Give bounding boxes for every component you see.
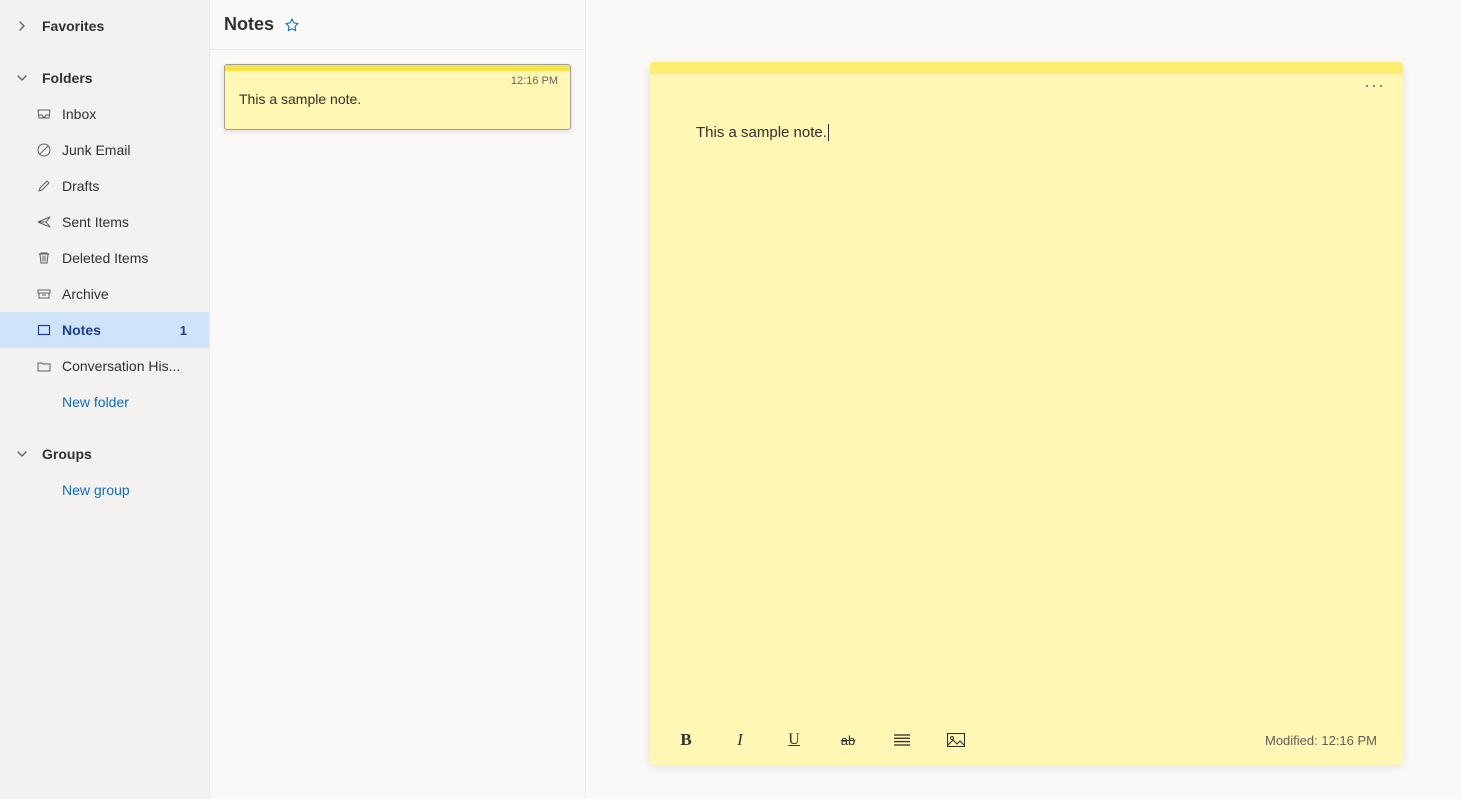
- send-icon: [36, 214, 52, 230]
- folder-item-notes[interactable]: Notes 1: [0, 312, 209, 348]
- note-icon: [36, 322, 52, 338]
- bullet-list-button[interactable]: [892, 730, 912, 750]
- folder-item-deleted[interactable]: Deleted Items: [0, 240, 209, 276]
- note-time: 12:16 PM: [511, 75, 558, 87]
- page-title: Notes: [224, 14, 274, 35]
- folder-item-label: Archive: [62, 286, 195, 302]
- folder-item-conversation-history[interactable]: Conversation His...: [0, 348, 209, 384]
- groups-section-header[interactable]: Groups: [0, 436, 209, 472]
- note-body-text: This a sample note.: [696, 124, 827, 141]
- archive-icon: [36, 286, 52, 302]
- chevron-right-icon: [14, 18, 30, 34]
- favorites-label: Favorites: [42, 18, 104, 34]
- folders-label: Folders: [42, 70, 93, 86]
- folder-item-label: Conversation His...: [62, 358, 195, 374]
- pencil-icon: [36, 178, 52, 194]
- folder-item-sent[interactable]: Sent Items: [0, 204, 209, 240]
- favorites-section-header[interactable]: Favorites: [0, 8, 209, 44]
- more-icon[interactable]: [1359, 78, 1389, 94]
- star-icon[interactable]: [284, 17, 300, 33]
- image-button[interactable]: [946, 730, 966, 750]
- groups-label: Groups: [42, 446, 92, 462]
- folder-item-drafts[interactable]: Drafts: [0, 168, 209, 204]
- chevron-down-icon: [14, 446, 30, 462]
- folders-section-header[interactable]: Folders: [0, 60, 209, 96]
- new-group-link[interactable]: New group: [0, 472, 209, 508]
- italic-button[interactable]: I: [730, 730, 750, 750]
- folder-item-label: Deleted Items: [62, 250, 195, 266]
- sticky-note-header: [650, 62, 1403, 110]
- note-body[interactable]: This a sample note.: [650, 110, 1403, 715]
- block-icon: [36, 142, 52, 158]
- note-editor-pane: This a sample note. B I U ab Modified: 1…: [586, 0, 1461, 799]
- trash-icon: [36, 250, 52, 266]
- note-list-item[interactable]: 12:16 PM This a sample note.: [224, 64, 571, 130]
- underline-button[interactable]: U: [784, 730, 804, 750]
- sticky-note-toolbar: B I U ab Modified: 12:16 PM: [650, 715, 1403, 765]
- folder-item-label: Notes: [62, 322, 180, 338]
- folder-item-archive[interactable]: Archive: [0, 276, 209, 312]
- notes-list-pane: Notes 12:16 PM This a sample note.: [210, 0, 586, 799]
- folder-item-label: Junk Email: [62, 142, 195, 158]
- folder-icon: [36, 358, 52, 374]
- folder-item-label: Inbox: [62, 106, 195, 122]
- folder-pane: Favorites Folders Inbox Junk Email Draft…: [0, 0, 210, 799]
- inbox-icon: [36, 106, 52, 122]
- sticky-note: This a sample note. B I U ab Modified: 1…: [650, 62, 1403, 765]
- strikethrough-button[interactable]: ab: [838, 730, 858, 750]
- chevron-down-icon: [14, 70, 30, 86]
- notes-list-header: Notes: [210, 0, 585, 50]
- folder-item-label: Drafts: [62, 178, 195, 194]
- bold-button[interactable]: B: [676, 730, 696, 750]
- folder-item-inbox[interactable]: Inbox: [0, 96, 209, 132]
- folder-count: 1: [180, 323, 187, 338]
- folder-item-junk[interactable]: Junk Email: [0, 132, 209, 168]
- note-preview: This a sample note.: [239, 91, 556, 107]
- modified-label: Modified: 12:16 PM: [1265, 733, 1377, 748]
- new-folder-link[interactable]: New folder: [0, 384, 209, 420]
- folder-item-label: Sent Items: [62, 214, 195, 230]
